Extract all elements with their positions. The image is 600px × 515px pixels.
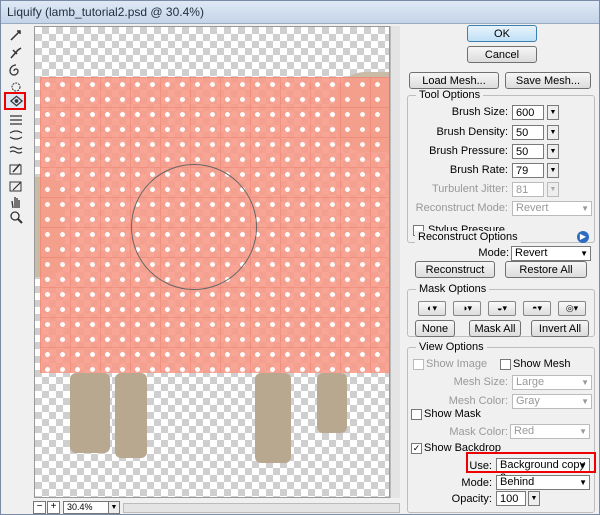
- reconstruct-options-title: Reconstruct Options: [415, 231, 521, 243]
- show-mask-section: Show Mask Mask Color: Red ▼: [406, 398, 594, 440]
- mesh-size-label: Mesh Size:: [453, 376, 508, 388]
- tool-options-title: Tool Options: [416, 89, 484, 101]
- mode-label: Mode:: [461, 477, 492, 489]
- title-bar: Liquify (lamb_tutorial2.psd @ 30.4%): [1, 1, 599, 24]
- backdrop-mode-select[interactable]: Behind ▼: [496, 475, 590, 490]
- lamb-leg: [115, 373, 147, 458]
- chevron-down-icon: ▼: [581, 204, 589, 213]
- brush-size-field[interactable]: 600: [512, 105, 544, 120]
- reconstruct-mode-select[interactable]: Revert ▼: [512, 201, 592, 216]
- zoom-bar: − + 30.4% ▼: [31, 499, 401, 515]
- chevron-down-icon: ▼: [579, 427, 587, 436]
- tool-strip: [3, 25, 29, 505]
- mask-color-select[interactable]: Red ▼: [510, 424, 590, 439]
- subtract-from-selection-icon[interactable]: ◒▾: [488, 301, 516, 316]
- show-mask-label: Show Mask: [424, 408, 481, 420]
- horizontal-scrollbar[interactable]: [123, 503, 400, 513]
- reconstruct-mode-select[interactable]: Revert ▼: [511, 246, 591, 261]
- restore-all-button[interactable]: Restore All: [505, 261, 587, 278]
- show-mask-checkbox[interactable]: [411, 409, 422, 420]
- zoom-level[interactable]: 30.4%: [63, 501, 110, 514]
- show-image-checkbox[interactable]: [413, 359, 424, 370]
- intersect-selection-icon[interactable]: ◓▾: [523, 301, 551, 316]
- ok-button[interactable]: OK: [467, 25, 537, 42]
- cancel-button[interactable]: Cancel: [467, 46, 537, 63]
- show-image-label: Show Image: [426, 358, 488, 370]
- mirror-icon[interactable]: [6, 127, 26, 143]
- vertical-scrollbar[interactable]: [390, 26, 400, 498]
- brush-rate-field[interactable]: 79: [512, 163, 544, 178]
- turbulence-icon[interactable]: [4, 92, 26, 110]
- mesh-size-value: Large: [516, 376, 545, 388]
- lamb-leg: [317, 373, 347, 433]
- show-mesh-label: Show Mesh: [513, 358, 571, 370]
- zoom-out-button[interactable]: −: [33, 501, 46, 514]
- thaw-mask-icon[interactable]: [6, 178, 26, 194]
- twirl-icon[interactable]: [6, 63, 26, 79]
- brush-cursor: [131, 164, 257, 290]
- brush-rate-label: Brush Rate:: [449, 164, 508, 176]
- opacity-label: Opacity:: [451, 493, 492, 505]
- load-mesh-button[interactable]: Load Mesh...: [409, 72, 499, 89]
- brush-density-field[interactable]: 50: [512, 125, 544, 140]
- save-mesh-button[interactable]: Save Mesh...: [505, 72, 591, 89]
- reconstruct-mode-label: Mode:: [478, 247, 509, 259]
- lamb-leg: [70, 373, 110, 453]
- view-options-title: View Options: [416, 341, 487, 353]
- reconstruct-mode-label: Reconstruct Mode:: [415, 202, 508, 214]
- mesh-size-select[interactable]: Large ▼: [512, 375, 592, 390]
- reconstruct-mode-value: Revert: [516, 202, 549, 214]
- preview-canvas[interactable]: [34, 26, 390, 498]
- chevron-down-icon[interactable]: ▼: [547, 144, 559, 159]
- reconstruct-icon[interactable]: [6, 45, 26, 61]
- mode-value: Revert: [515, 247, 548, 259]
- chevron-down-icon: ▼: [579, 478, 587, 487]
- chevron-down-icon[interactable]: ▼: [547, 182, 559, 197]
- play-icon[interactable]: ▶: [577, 231, 589, 243]
- forward-warp-icon[interactable]: [6, 27, 26, 43]
- zoom-icon[interactable]: [6, 209, 26, 225]
- replace-selection-icon[interactable]: ◐▾: [418, 301, 446, 316]
- brush-size-label: Brush Size:: [451, 106, 508, 118]
- brush-pressure-label: Brush Pressure:: [429, 145, 508, 157]
- chevron-down-icon: ▼: [580, 249, 588, 258]
- brush-pressure-field[interactable]: 50: [512, 144, 544, 159]
- chevron-down-icon: ▼: [581, 378, 589, 387]
- invert-selection-icon[interactable]: ◎▾: [558, 301, 586, 316]
- invert-all-button[interactable]: Invert All: [531, 320, 589, 337]
- mask-all-button[interactable]: Mask All: [469, 320, 521, 337]
- turbulent-jitter-field[interactable]: 81: [512, 182, 544, 197]
- brush-density-label: Brush Density:: [436, 126, 508, 138]
- none-button[interactable]: None: [415, 320, 455, 337]
- mask-color-value: Red: [514, 425, 535, 437]
- highlight-box: [466, 452, 596, 473]
- reconstruct-button[interactable]: Reconstruct: [415, 261, 495, 278]
- zoom-in-button[interactable]: +: [47, 501, 60, 514]
- chevron-down-icon[interactable]: ▼: [108, 501, 120, 514]
- lamb-leg: [255, 373, 291, 463]
- show-mesh-checkbox[interactable]: [500, 359, 511, 370]
- chevron-down-icon[interactable]: ▼: [547, 125, 559, 140]
- bloat-icon[interactable]: [6, 143, 26, 159]
- add-to-selection-icon[interactable]: ◑▾: [453, 301, 481, 316]
- mask-color-label: Mask Color:: [449, 426, 508, 438]
- freeze-mask-icon[interactable]: [6, 161, 26, 177]
- turbulent-jitter-label: Turbulent Jitter:: [431, 183, 508, 195]
- push-left-icon[interactable]: [6, 111, 26, 127]
- hand-icon[interactable]: [6, 194, 26, 210]
- opacity-field[interactable]: 100: [496, 491, 526, 506]
- chevron-down-icon[interactable]: ▼: [547, 163, 559, 178]
- show-backdrop-section: ✓ Show Backdrop Use: Background copy 2▼ …: [406, 438, 594, 508]
- show-backdrop-checkbox[interactable]: ✓: [411, 443, 422, 454]
- window-title: Liquify (lamb_tutorial2.psd @ 30.4%): [7, 5, 204, 19]
- mask-options-title: Mask Options: [416, 283, 490, 295]
- mode-value: Behind: [500, 476, 535, 488]
- tool-options-group: Tool Options Brush Size: 600 ▼ Brush Den…: [407, 89, 595, 243]
- chevron-down-icon[interactable]: ▼: [547, 105, 559, 120]
- chevron-down-icon[interactable]: ▼: [528, 491, 540, 506]
